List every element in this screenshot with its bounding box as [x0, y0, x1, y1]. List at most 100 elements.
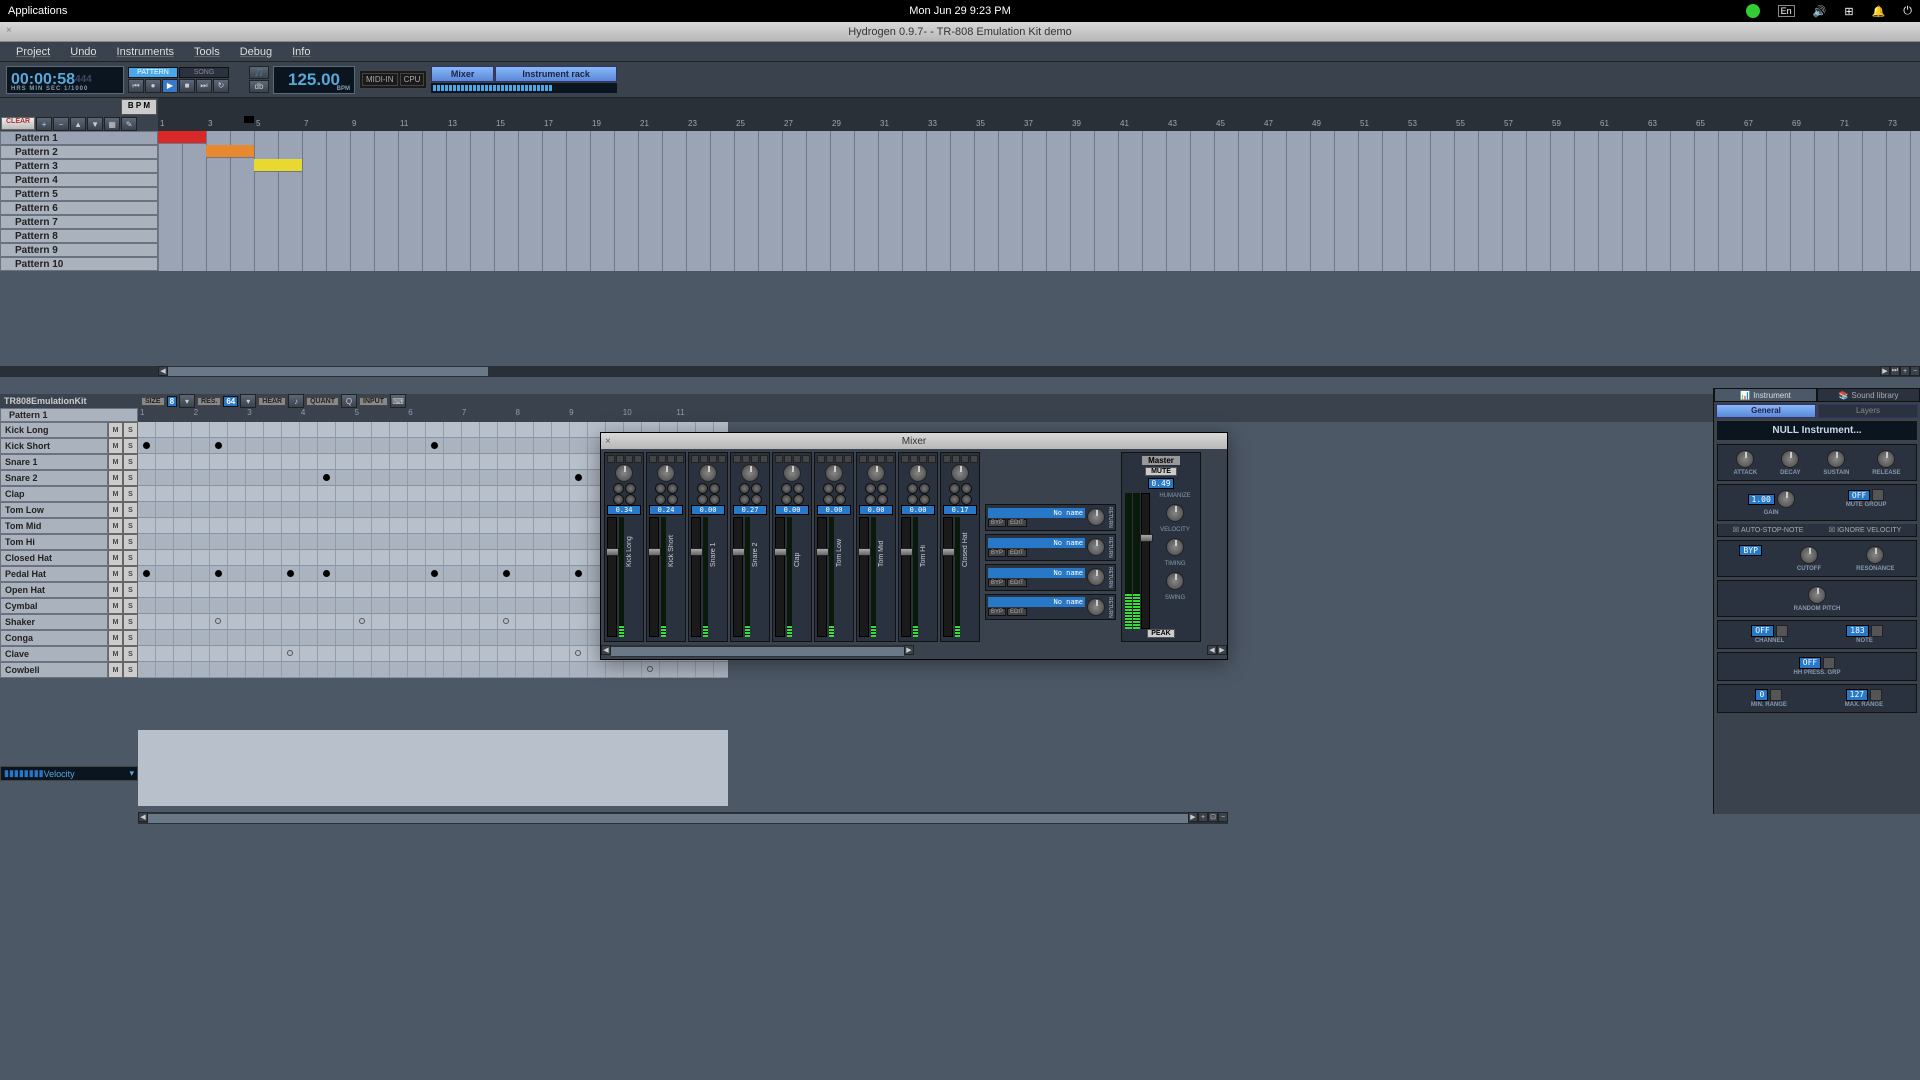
fx-bypass-button[interactable]: BYP [988, 579, 1006, 587]
instrument-label[interactable]: Snare 1 [0, 454, 108, 470]
fx3-send-knob[interactable] [949, 494, 960, 505]
quant-toggle[interactable]: Q [341, 394, 357, 408]
gain-knob[interactable] [1777, 490, 1795, 508]
fx2-send-knob[interactable] [793, 483, 804, 494]
fx1-send-knob[interactable] [697, 483, 708, 494]
fx1-send-knob[interactable] [907, 483, 918, 494]
fx3-send-knob[interactable] [865, 494, 876, 505]
select-mode-button[interactable]: ▦ [104, 117, 120, 131]
ch-solo-button[interactable] [709, 455, 717, 463]
instrument-label[interactable]: Kick Long [0, 422, 108, 438]
mute-button[interactable]: M [108, 502, 123, 518]
mixer-close-icon[interactable]: × [605, 436, 611, 447]
pattern-track[interactable] [158, 145, 1920, 159]
fx3-send-knob[interactable] [655, 494, 666, 505]
fx2-send-knob[interactable] [751, 483, 762, 494]
menu-tools[interactable]: Tools [184, 46, 230, 58]
ch-mute-button[interactable] [616, 455, 624, 463]
random-pitch-knob[interactable] [1808, 586, 1826, 604]
note-field[interactable]: 183 [1846, 625, 1868, 637]
ch-select-button[interactable] [760, 455, 768, 463]
fx4-send-knob[interactable] [667, 494, 678, 505]
channel-fader[interactable] [607, 517, 617, 637]
pattern-label[interactable]: Pattern 5 [0, 187, 158, 201]
channel-fader[interactable] [943, 517, 953, 637]
min-range-field[interactable]: 0 [1755, 689, 1768, 701]
pattern-track[interactable] [158, 215, 1920, 229]
bpm-display[interactable]: 125.00 BPM [273, 66, 355, 94]
filter-bypass-button[interactable]: BYP [1739, 545, 1761, 556]
ch-select-button[interactable] [718, 455, 726, 463]
pattern-track[interactable] [158, 201, 1920, 215]
instrument-rack-toggle-button[interactable]: Instrument rack [495, 66, 618, 82]
pan-knob[interactable] [615, 464, 633, 482]
fx2-send-knob[interactable] [709, 483, 720, 494]
fx2-send-knob[interactable] [835, 483, 846, 494]
record-button[interactable]: ● [145, 79, 161, 93]
draw-mode-button[interactable]: ✎ [121, 117, 137, 131]
fx-edit-button[interactable]: EDIT [1007, 579, 1027, 587]
pattern-track[interactable] [158, 257, 1920, 271]
pattern-label[interactable]: Pattern 9 [0, 243, 158, 257]
fx4-send-knob[interactable] [919, 494, 930, 505]
window-titlebar[interactable]: × Hydrogen 0.9.7- - TR-808 Emulation Kit… [0, 22, 1920, 42]
fx4-send-knob[interactable] [835, 494, 846, 505]
stop-button[interactable]: ■ [179, 79, 195, 93]
mixer-hscrollbar[interactable] [611, 645, 904, 657]
ch-select-button[interactable] [676, 455, 684, 463]
attack-knob[interactable] [1736, 450, 1754, 468]
channel-fader[interactable] [733, 517, 743, 637]
swing-knob[interactable] [1166, 572, 1184, 590]
humanize-velocity-knob[interactable] [1166, 504, 1184, 522]
close-icon[interactable]: × [6, 25, 12, 36]
pan-knob[interactable] [657, 464, 675, 482]
mute-group-field[interactable]: OFF [1848, 490, 1870, 501]
pe-zoom-out[interactable]: − [1218, 812, 1228, 822]
ch-solo-button[interactable] [919, 455, 927, 463]
mixer-scroll-left[interactable]: ◀ [601, 645, 611, 655]
network-icon[interactable]: ⊞ [1844, 5, 1853, 18]
ch-solo-button[interactable] [835, 455, 843, 463]
velocity-grid[interactable] [138, 730, 728, 806]
channel-fader[interactable] [859, 517, 869, 637]
solo-button[interactable]: S [123, 438, 138, 454]
instrument-label[interactable]: Open Hat [0, 582, 108, 598]
ch-play-button[interactable] [901, 455, 909, 463]
pattern-label[interactable]: Pattern 8 [0, 229, 158, 243]
auto-stop-note-checkbox[interactable]: ☒ AUTO-STOP-NOTE [1733, 526, 1804, 534]
ch-solo-button[interactable] [625, 455, 633, 463]
applications-menu[interactable]: Applications [8, 5, 67, 17]
rack-subtab-general[interactable]: General [1716, 404, 1816, 418]
pattern-label[interactable]: Pattern 10 [0, 257, 158, 271]
fx1-send-knob[interactable] [781, 483, 792, 494]
ffwd-button[interactable]: ⏭ [196, 79, 212, 93]
fx1-send-knob[interactable] [865, 483, 876, 494]
power-icon[interactable]: ⏻ [1903, 5, 1912, 18]
ch-play-button[interactable] [943, 455, 951, 463]
note-stepper[interactable] [1871, 625, 1883, 637]
pan-knob[interactable] [825, 464, 843, 482]
fx3-send-knob[interactable] [697, 494, 708, 505]
instrument-label[interactable]: Tom Mid [0, 518, 108, 534]
hh-group-field[interactable]: OFF [1799, 657, 1821, 669]
language-indicator[interactable]: En [1778, 5, 1795, 17]
solo-button[interactable]: S [123, 566, 138, 582]
ch-play-button[interactable] [649, 455, 657, 463]
ch-play-button[interactable] [607, 455, 615, 463]
max-range-stepper[interactable] [1870, 689, 1882, 701]
mute-button[interactable]: M [108, 486, 123, 502]
mode-song-button[interactable]: SONG [179, 67, 229, 78]
mute-button[interactable]: M [108, 534, 123, 550]
metronome-button[interactable]: 🎵 [249, 66, 269, 79]
pattern-label[interactable]: Pattern 1 [0, 131, 158, 145]
fx3-send-knob[interactable] [739, 494, 750, 505]
mute-button[interactable]: M [108, 582, 123, 598]
fx2-send-knob[interactable] [919, 483, 930, 494]
min-range-stepper[interactable] [1770, 689, 1782, 701]
solo-button[interactable]: S [123, 662, 138, 678]
ch-play-button[interactable] [775, 455, 783, 463]
zoom-out-button[interactable]: − [1910, 366, 1920, 376]
ch-mute-button[interactable] [910, 455, 918, 463]
pattern-track[interactable] [158, 173, 1920, 187]
fx-name-field[interactable]: No name [988, 568, 1085, 578]
